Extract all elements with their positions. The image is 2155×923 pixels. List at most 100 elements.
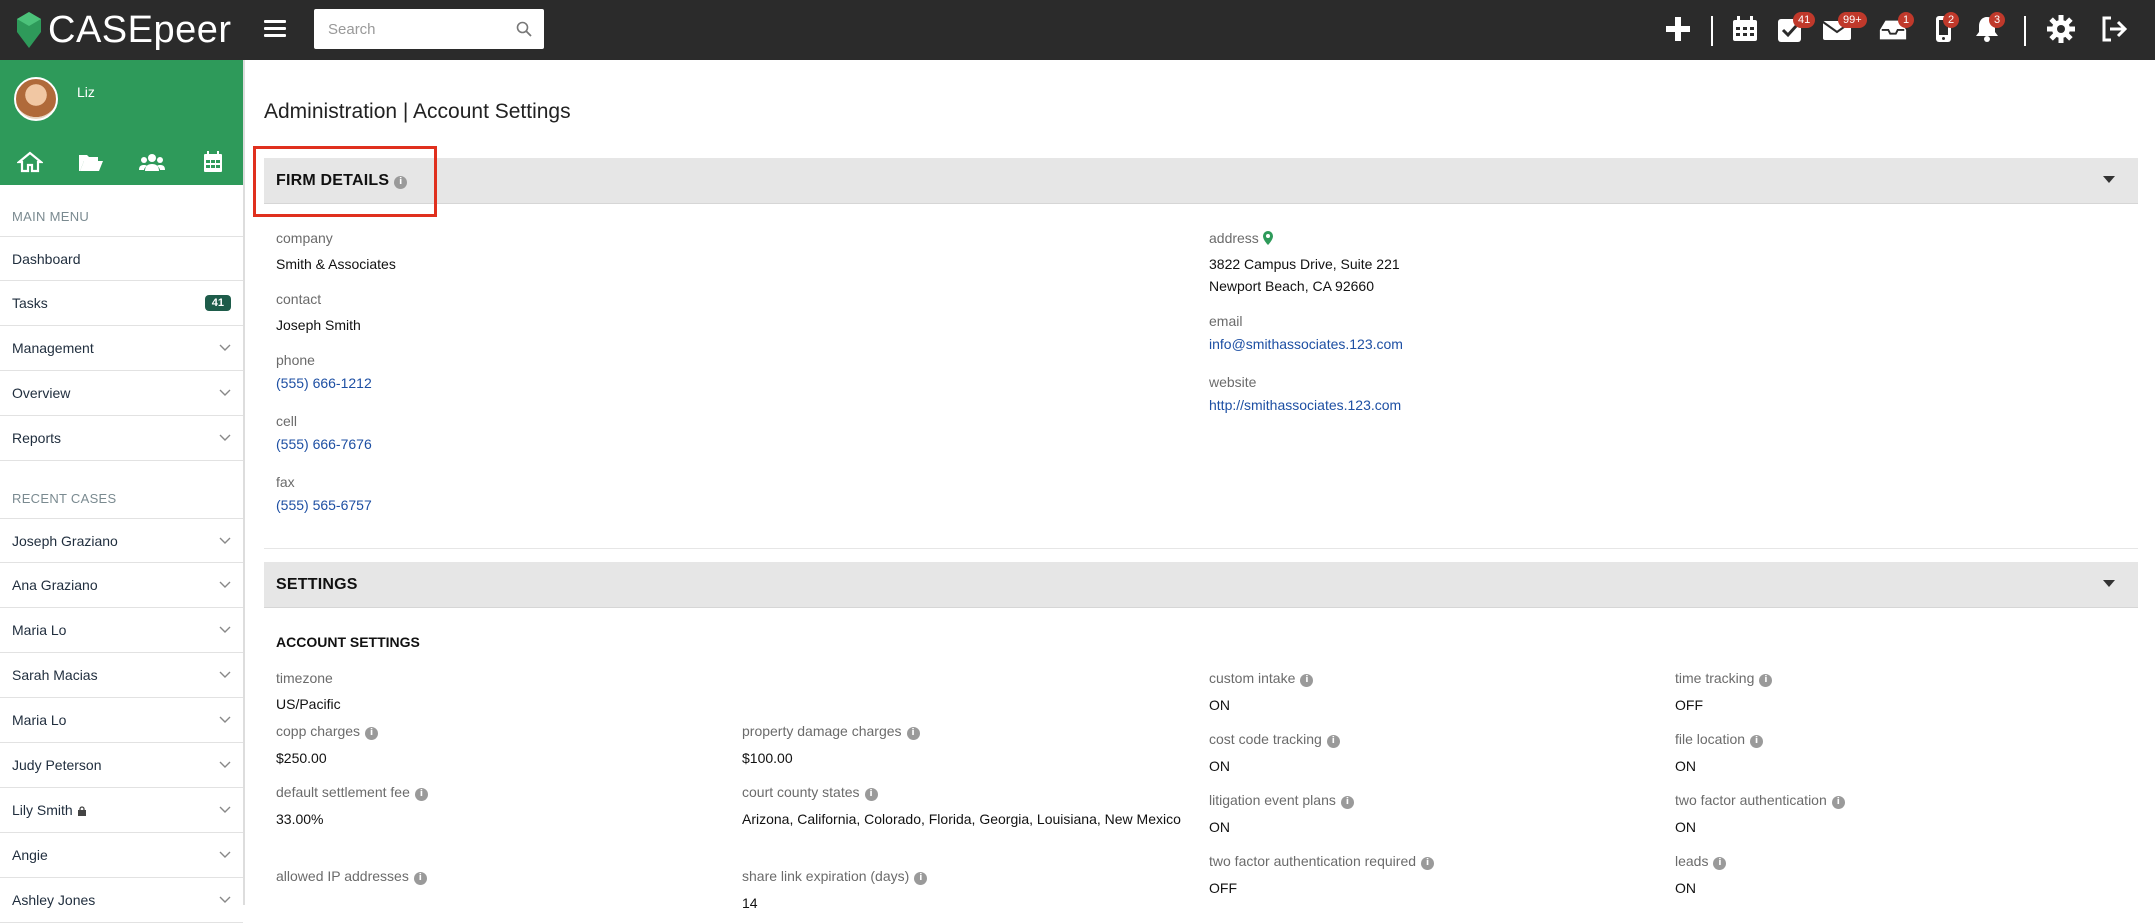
address-line1: 3822 Campus Drive, Suite 221 bbox=[1209, 256, 1400, 272]
chevron-down-icon bbox=[219, 806, 231, 813]
court-county-states-field: court county states i Arizona, California… bbox=[742, 784, 1181, 827]
recent-case-item[interactable]: Maria Lo bbox=[0, 698, 243, 743]
recent-case-item[interactable]: Ashley Jones bbox=[0, 878, 243, 923]
info-icon[interactable]: i bbox=[864, 788, 878, 801]
chevron-down-icon bbox=[219, 581, 231, 588]
time-tracking-field: time tracking i OFF bbox=[1675, 670, 1773, 716]
info-icon[interactable]: i bbox=[1750, 735, 1764, 748]
recent-case-item[interactable]: Joseph Graziano bbox=[0, 518, 243, 563]
file-location-field: file location i ON bbox=[1675, 731, 1764, 777]
hamburger-menu-icon[interactable] bbox=[264, 16, 286, 40]
info-icon[interactable]: i bbox=[1326, 735, 1340, 748]
info-icon[interactable]: i bbox=[1713, 857, 1727, 870]
user-name: Liz bbox=[77, 84, 95, 100]
chevron-down-icon bbox=[219, 434, 231, 441]
settings-title: SETTINGS bbox=[276, 576, 358, 593]
chevron-down-icon bbox=[219, 626, 231, 633]
info-icon[interactable]: i bbox=[1759, 674, 1773, 687]
folder-open-icon bbox=[79, 155, 104, 171]
cell-link[interactable]: (555) 666-7676 bbox=[276, 436, 372, 452]
company-field: company Smith & Associates bbox=[276, 230, 396, 275]
phone-count-badge: 2 bbox=[1943, 12, 1960, 28]
map-pin-icon[interactable] bbox=[1262, 231, 1273, 245]
mail-count-badge: 99+ bbox=[1838, 12, 1867, 28]
copp-charges-field: copp charges i $250.00 bbox=[276, 723, 379, 769]
cases-nav-tab[interactable] bbox=[61, 139, 122, 185]
calendar-icon[interactable] bbox=[1730, 14, 1762, 46]
contacts-nav-tab[interactable] bbox=[122, 139, 183, 185]
litigation-event-plans-field: litigation event plans i ON bbox=[1209, 792, 1354, 838]
section-divider bbox=[264, 548, 2138, 549]
firm-details-title: FIRM DETAILS i bbox=[276, 172, 408, 190]
info-icon[interactable]: i bbox=[414, 788, 428, 801]
calendar-nav-tab[interactable] bbox=[182, 139, 243, 185]
sidebar-item-management[interactable]: Management bbox=[0, 326, 243, 371]
website-link[interactable]: http://smithassociates.123.com bbox=[1209, 397, 1401, 413]
contact-value: Joseph Smith bbox=[276, 317, 361, 333]
phone-field: phone (555) 666-1212 bbox=[276, 352, 372, 391]
main-menu-title: MAIN MENU bbox=[12, 209, 90, 224]
chevron-down-icon bbox=[219, 851, 231, 858]
email-link[interactable]: info@smithassociates.123.com bbox=[1209, 336, 1403, 352]
logout-icon[interactable] bbox=[2099, 14, 2131, 46]
recent-case-item[interactable]: Judy Peterson bbox=[0, 743, 243, 788]
notifications-bell-icon[interactable]: 3 bbox=[1972, 12, 2006, 46]
calendar-icon bbox=[203, 151, 222, 172]
recent-case-item[interactable]: Lily Smith bbox=[0, 788, 243, 833]
recent-case-item[interactable]: Ana Graziano bbox=[0, 563, 243, 608]
firm-details-panel-header[interactable]: FIRM DETAILS i bbox=[264, 158, 2138, 204]
search-icon[interactable] bbox=[516, 21, 532, 37]
fax-link[interactable]: (555) 565-6757 bbox=[276, 497, 372, 513]
caret-down-icon[interactable] bbox=[2102, 579, 2116, 589]
tasks-icon[interactable]: 41 bbox=[1775, 12, 1816, 46]
info-icon[interactable]: i bbox=[1300, 674, 1314, 687]
info-icon[interactable]: i bbox=[365, 727, 379, 740]
mobile-phone-icon[interactable]: 2 bbox=[1928, 12, 1960, 46]
main-menu: Dashboard Tasks 41 Management Overview R… bbox=[0, 236, 243, 461]
search-input[interactable] bbox=[314, 9, 499, 49]
info-icon[interactable]: i bbox=[914, 872, 928, 885]
fax-field: fax (555) 565-6757 bbox=[276, 474, 372, 513]
settings-panel-header[interactable]: SETTINGS bbox=[264, 562, 2138, 608]
cost-code-tracking-field: cost code tracking i ON bbox=[1209, 731, 1340, 777]
add-new-icon[interactable] bbox=[1663, 14, 1695, 46]
sidebar-item-dashboard[interactable]: Dashboard bbox=[0, 236, 243, 281]
sidebar-item-reports[interactable]: Reports bbox=[0, 416, 243, 461]
info-icon[interactable]: i bbox=[413, 872, 427, 885]
inbox-icon[interactable]: 1 bbox=[1878, 12, 1915, 46]
info-icon[interactable]: i bbox=[1340, 796, 1354, 809]
lock-icon bbox=[77, 806, 86, 816]
home-nav-tab[interactable] bbox=[0, 139, 61, 185]
avatar[interactable] bbox=[14, 77, 58, 121]
recent-case-item[interactable]: Angie bbox=[0, 833, 243, 878]
info-icon[interactable]: i bbox=[1421, 857, 1435, 870]
tasks-count-badge: 41 bbox=[204, 295, 231, 311]
info-icon[interactable]: i bbox=[906, 727, 920, 740]
caret-down-icon[interactable] bbox=[2102, 175, 2116, 185]
sidebar-nav-icons bbox=[0, 139, 243, 185]
mail-icon[interactable]: 99+ bbox=[1822, 12, 1867, 46]
phone-link[interactable]: (555) 666-1212 bbox=[276, 375, 372, 391]
share-link-expiration-field: share link expiration (days) i 14 bbox=[742, 868, 928, 914]
sidebar-item-overview[interactable]: Overview bbox=[0, 371, 243, 416]
recent-cases-title: RECENT CASES bbox=[12, 491, 117, 506]
recent-case-item[interactable]: Maria Lo bbox=[0, 608, 243, 653]
page-title: Administration | Account Settings bbox=[264, 100, 571, 123]
search-box bbox=[314, 9, 544, 49]
chevron-down-icon bbox=[219, 761, 231, 768]
sidebar: Liz MAIN MENU Dashboard Tasks 41 Managem… bbox=[0, 60, 245, 923]
cell-field: cell (555) 666-7676 bbox=[276, 413, 372, 452]
default-settlement-fee-field: default settlement fee i 33.00% bbox=[276, 784, 428, 830]
info-icon[interactable]: i bbox=[394, 176, 408, 189]
sidebar-item-tasks[interactable]: Tasks 41 bbox=[0, 281, 243, 326]
recent-case-item[interactable]: Sarah Macias bbox=[0, 653, 243, 698]
users-icon bbox=[138, 154, 165, 171]
casepeer-logo-icon bbox=[17, 12, 41, 48]
allowed-ip-field: allowed IP addresses i bbox=[276, 868, 427, 885]
app-logo[interactable]: CASEpeer bbox=[14, 6, 232, 54]
user-panel: Liz bbox=[0, 60, 243, 139]
topbar-divider bbox=[1711, 16, 1713, 46]
info-icon[interactable]: i bbox=[1831, 796, 1845, 809]
address-field: address 3822 Campus Drive, Suite 221 New… bbox=[1209, 230, 1400, 297]
settings-gear-icon[interactable] bbox=[2046, 14, 2078, 46]
